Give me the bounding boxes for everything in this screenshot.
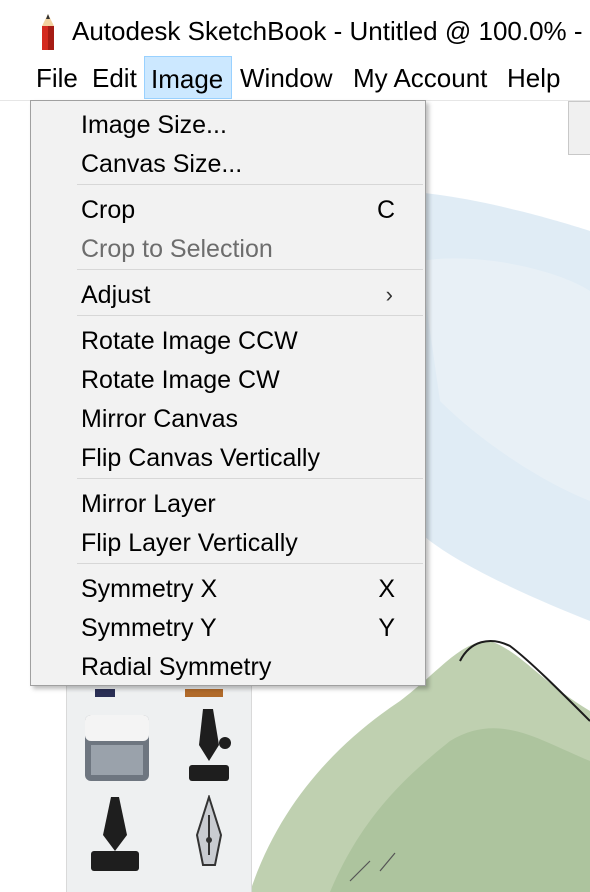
menu-separator bbox=[77, 563, 423, 564]
menu-item-crop-to-selection: Crop to Selection bbox=[81, 231, 401, 267]
fountain-pen-icon[interactable] bbox=[181, 795, 237, 879]
calligraphy-pen-icon[interactable] bbox=[85, 795, 145, 875]
brush-palette bbox=[66, 661, 252, 892]
menu-item-label: Mirror Layer bbox=[81, 490, 216, 518]
menu-shortcut: C bbox=[376, 196, 395, 224]
brush-partial-right[interactable] bbox=[185, 689, 223, 697]
menu-item-radial-symmetry[interactable]: Radial Symmetry bbox=[81, 649, 401, 685]
ink-pen-icon[interactable] bbox=[179, 705, 239, 789]
menu-image[interactable]: Image bbox=[144, 56, 232, 99]
menu-item-label: Symmetry Y bbox=[81, 614, 217, 642]
menu-item-label: Flip Canvas Vertically bbox=[81, 444, 320, 472]
image-menu-dropdown: Image Size... Canvas Size... Crop C Crop… bbox=[30, 100, 426, 686]
menu-item-label: Radial Symmetry bbox=[81, 653, 272, 681]
menu-window[interactable]: Window bbox=[234, 56, 338, 99]
menu-item-canvas-size[interactable]: Canvas Size... bbox=[81, 146, 401, 182]
menu-edit[interactable]: Edit bbox=[86, 56, 143, 99]
menu-separator bbox=[77, 184, 423, 185]
menu-item-symmetry-x[interactable]: Symmetry X X bbox=[81, 571, 401, 607]
menu-item-flip-canvas-vertically[interactable]: Flip Canvas Vertically bbox=[81, 440, 401, 476]
menu-item-label: Rotate Image CCW bbox=[81, 327, 298, 355]
menu-item-label: Rotate Image CW bbox=[81, 366, 280, 394]
top-toolbar-edge[interactable] bbox=[568, 101, 590, 155]
menu-item-label: Flip Layer Vertically bbox=[81, 529, 298, 557]
pencil-icon bbox=[42, 14, 54, 50]
menu-item-adjust[interactable]: Adjust › bbox=[81, 277, 401, 313]
menu-item-image-size[interactable]: Image Size... bbox=[81, 107, 401, 143]
menu-item-flip-layer-vertically[interactable]: Flip Layer Vertically bbox=[81, 525, 401, 561]
menu-item-label: Crop to Selection bbox=[81, 235, 273, 263]
menu-item-rotate-cw[interactable]: Rotate Image CW bbox=[81, 362, 401, 398]
title-bar: Autodesk SketchBook - Untitled @ 100.0% … bbox=[0, 0, 590, 60]
eraser-icon[interactable] bbox=[81, 711, 153, 785]
menu-item-label: Image Size... bbox=[81, 111, 227, 139]
chevron-right-icon: › bbox=[385, 282, 393, 307]
menu-item-label: Symmetry X bbox=[81, 575, 218, 603]
menu-shortcut: Y bbox=[378, 614, 395, 642]
menu-item-label: Crop bbox=[81, 196, 136, 224]
menu-shortcut: X bbox=[378, 575, 395, 603]
menu-item-mirror-layer[interactable]: Mirror Layer bbox=[81, 486, 401, 522]
menu-bar: File Edit Image Window My Account Help bbox=[0, 56, 590, 101]
menu-separator bbox=[77, 315, 423, 316]
menu-separator bbox=[77, 269, 423, 270]
menu-item-rotate-ccw[interactable]: Rotate Image CCW bbox=[81, 323, 401, 359]
menu-separator bbox=[77, 478, 423, 479]
menu-my-account[interactable]: My Account bbox=[347, 56, 493, 99]
menu-item-symmetry-y[interactable]: Symmetry Y Y bbox=[81, 610, 401, 646]
menu-help[interactable]: Help bbox=[501, 56, 566, 99]
menu-item-label: Adjust bbox=[81, 281, 151, 309]
window-title: Autodesk SketchBook - Untitled @ 100.0% … bbox=[72, 16, 583, 46]
menu-item-mirror-canvas[interactable]: Mirror Canvas bbox=[81, 401, 401, 437]
menu-item-label: Canvas Size... bbox=[81, 150, 243, 178]
menu-file[interactable]: File bbox=[30, 56, 84, 99]
menu-item-label: Mirror Canvas bbox=[81, 405, 238, 433]
menu-item-crop[interactable]: Crop C bbox=[81, 192, 401, 228]
brush-partial-left[interactable] bbox=[95, 689, 115, 697]
